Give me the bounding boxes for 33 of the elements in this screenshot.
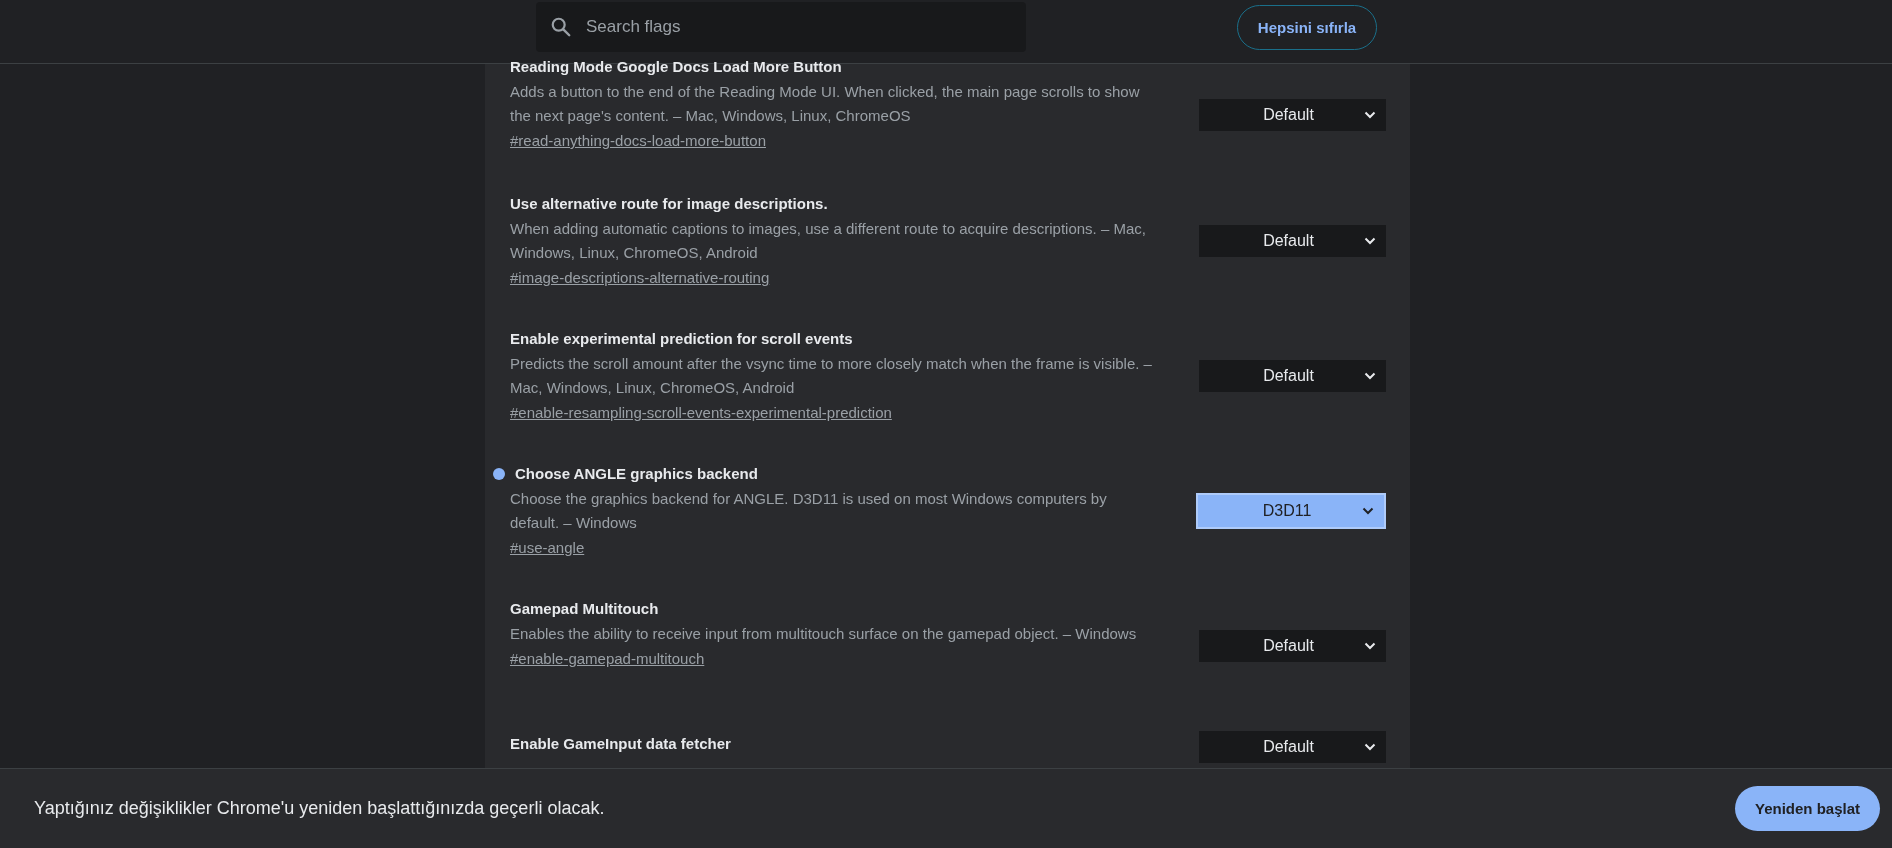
flag-title: Use alternative route for image descriptions. [510, 194, 828, 214]
search-field[interactable]: Search flags [584, 16, 1008, 38]
chevron-icon [1362, 506, 1374, 515]
flag-title: Enable GameInput data fetcher [510, 734, 731, 754]
flag-title: Enable experimental prediction for scroll events [510, 329, 853, 349]
chevron-icon [1364, 110, 1376, 119]
flag-link[interactable]: #enable-resampling-scroll-events-experimental-prediction [510, 402, 892, 424]
flag-title: Gamepad Multitouch [510, 599, 659, 619]
flag-link[interactable]: #image-descriptions-alternative-routing [510, 267, 770, 289]
flag-description: Predicts the scroll amount after the vsync time to more closely match when the frame is visible. – Mac, Windows, Linux, ChromeOS, Android [510, 354, 1153, 398]
flag-title: Choose ANGLE graphics backend [515, 464, 758, 484]
flag-description: Enables the ability to receive input from multitouch surface on the gamepad object. – Windows [510, 624, 1138, 644]
flag-link[interactable]: #read-anything-docs-load-more-button [510, 130, 766, 152]
flag-link[interactable]: #use-angle [510, 537, 585, 559]
restart-message: Yaptığınız değişiklikler Chrome'u yeniden başlattığınızda geçerli olacak. [34, 798, 605, 819]
flag-title: Reading Mode Google Docs Load More Button [510, 57, 842, 77]
flag-dropdown[interactable]: D3D11 [1196, 492, 1386, 529]
chevron-icon [1364, 371, 1376, 380]
flag-description: When adding automatic captions to images, use a different route to acquire descriptions. – Mac, Windows, Linux, ChromeOS, Android [510, 219, 1147, 263]
restart-button[interactable]: Yeniden başlat [1734, 786, 1880, 831]
flag-dropdown[interactable]: Default [1199, 359, 1386, 392]
chevron-icon [1364, 641, 1376, 650]
flag-dropdown[interactable]: Default [1199, 629, 1386, 662]
search-box[interactable]: Search flags [536, 2, 1026, 52]
flag-dropdown[interactable]: Default [1199, 98, 1386, 131]
flag-description: Choose the graphics backend for ANGLE. D3D11 is used on most Windows computers by default. – Windows [510, 489, 1108, 533]
flag-dropdown[interactable]: Default [1199, 731, 1386, 763]
flag-dropdown[interactable]: Default [1199, 224, 1386, 257]
flag-description: Adds a button to the end of the Reading Mode UI. When clicked, the main page scrolls to show the next page's content. – Mac, Windows, Linux, ChromeOS [510, 82, 1141, 126]
chevron-icon [1364, 236, 1376, 245]
search-icon [550, 16, 572, 38]
flag-link[interactable]: #enable-gamepad-multitouch [510, 648, 705, 670]
chevron-icon [1364, 743, 1376, 751]
